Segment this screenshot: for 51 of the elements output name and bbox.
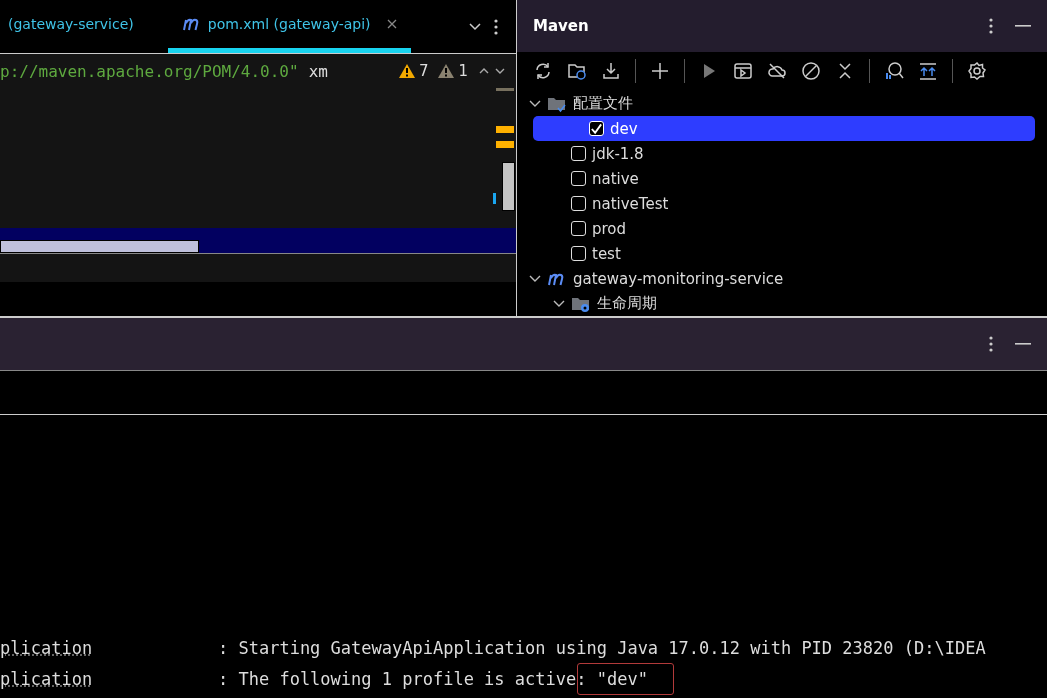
- tree-item[interactable]: native: [517, 166, 1035, 191]
- checkbox[interactable]: [571, 246, 586, 261]
- tree-item[interactable]: gateway-monitoring-service: [517, 266, 1035, 291]
- code-text: p://maven.apache.org/POM/4.0.0": [0, 61, 299, 81]
- folder-sync-icon[interactable]: [567, 61, 587, 82]
- skip-icon[interactable]: [801, 61, 821, 82]
- checkbox[interactable]: [571, 196, 586, 211]
- panel-title: Maven: [533, 16, 589, 35]
- warning-icon: [398, 64, 415, 78]
- chevron-down-icon[interactable]: [468, 21, 482, 32]
- chevron-down-icon[interactable]: [494, 67, 506, 75]
- scrollbar-thumb[interactable]: [502, 162, 515, 211]
- download-icon[interactable]: [601, 61, 621, 82]
- chevron-icon[interactable]: [529, 274, 541, 283]
- logger-name[interactable]: plication: [0, 637, 218, 658]
- tree-item[interactable]: 生命周期: [517, 291, 1035, 316]
- more-icon[interactable]: [494, 18, 498, 35]
- more-icon[interactable]: [989, 17, 993, 34]
- stripe-mark: [496, 88, 514, 91]
- scrollbar-thumb[interactable]: [0, 240, 199, 253]
- warning-stripe-mark: [496, 126, 514, 133]
- log-message: : Starting GatewayApiApplication using Java 17.0.12 with PID 23820 (D:\IDEA: [218, 637, 986, 658]
- run-config-icon[interactable]: [733, 61, 753, 82]
- settings-icon[interactable]: [967, 61, 987, 82]
- plus-icon[interactable]: [650, 61, 670, 82]
- close-icon[interactable]: [386, 19, 397, 29]
- minimize-icon[interactable]: [1015, 342, 1031, 346]
- checkbox[interactable]: [571, 146, 586, 161]
- chevron-icon[interactable]: [553, 299, 565, 308]
- tree-item[interactable]: 配置文件: [517, 91, 1035, 116]
- checkbox[interactable]: [571, 171, 586, 186]
- weak-warning-count: 1: [458, 62, 468, 80]
- tree-item[interactable]: jdk-1.8: [517, 141, 1035, 166]
- logger-name[interactable]: plication: [0, 668, 218, 689]
- warning-stripe-mark: [496, 141, 514, 148]
- tree-item[interactable]: nativeTest: [517, 191, 1035, 216]
- expand-icon[interactable]: [918, 61, 938, 82]
- tree-item[interactable]: test: [517, 241, 1035, 266]
- more-icon[interactable]: [989, 336, 993, 352]
- checkbox[interactable]: [571, 221, 586, 236]
- refresh-icon[interactable]: [533, 61, 553, 82]
- chevron-up-icon[interactable]: [478, 67, 490, 75]
- analyze-icon[interactable]: [884, 61, 904, 82]
- warning-count: 7: [418, 62, 429, 80]
- tree-item[interactable]: prod: [517, 216, 1035, 241]
- editor-tab[interactable]: (gateway-service): [0, 0, 148, 53]
- chevron-icon[interactable]: [529, 99, 541, 108]
- tree-item[interactable]: dev: [533, 116, 1035, 141]
- caret-mark: [493, 193, 496, 204]
- weak-warning-icon: [438, 64, 455, 78]
- code-text: xm: [308, 61, 328, 81]
